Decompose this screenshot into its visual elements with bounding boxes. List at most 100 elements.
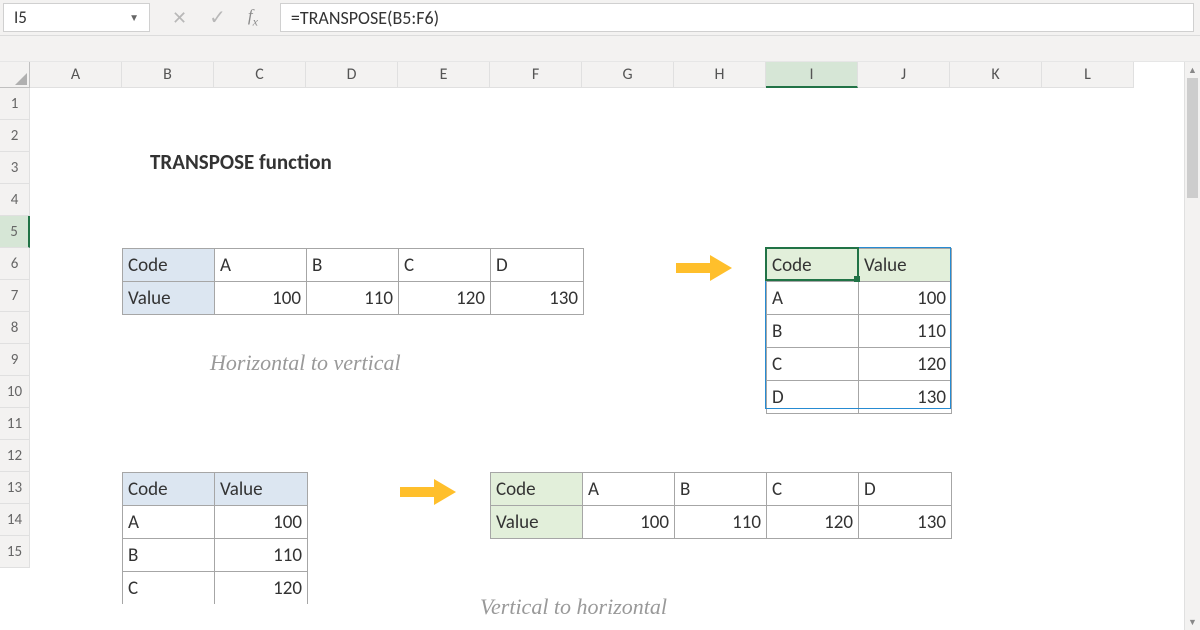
cell[interactable] — [490, 536, 582, 568]
cell[interactable] — [490, 440, 582, 472]
cell[interactable] — [398, 216, 490, 248]
cell[interactable]: D — [767, 381, 859, 413]
cell[interactable] — [858, 184, 950, 216]
cell[interactable] — [858, 88, 950, 120]
cell[interactable] — [950, 184, 1042, 216]
cell[interactable] — [582, 280, 674, 312]
cell[interactable] — [858, 536, 950, 568]
cell[interactable] — [582, 312, 674, 344]
cell[interactable] — [582, 216, 674, 248]
cell[interactable] — [582, 344, 674, 376]
cell[interactable] — [766, 184, 858, 216]
formula-bar[interactable]: =TRANSPOSE(B5:F6) — [280, 3, 1194, 32]
name-box-dropdown-icon[interactable]: ▼ — [129, 11, 139, 24]
cell[interactable] — [858, 440, 950, 472]
cell[interactable]: A — [583, 473, 675, 505]
cell[interactable] — [398, 184, 490, 216]
cell[interactable] — [490, 344, 582, 376]
cell[interactable]: 120 — [399, 282, 491, 314]
cell[interactable] — [30, 88, 122, 120]
cell[interactable] — [490, 88, 582, 120]
cell[interactable] — [582, 88, 674, 120]
cell[interactable] — [490, 312, 582, 344]
scroll-up-icon[interactable]: ▲ — [1185, 62, 1200, 78]
cell[interactable] — [30, 312, 122, 344]
cell[interactable] — [674, 344, 766, 376]
column-header[interactable]: I — [766, 62, 858, 88]
enter-icon[interactable]: ✓ — [209, 5, 226, 30]
cell[interactable] — [30, 536, 122, 568]
row-header[interactable]: 14 — [0, 504, 30, 536]
cell-label[interactable]: Code — [491, 473, 583, 505]
row-header[interactable]: 5 — [0, 216, 30, 248]
cell[interactable] — [582, 440, 674, 472]
cell[interactable]: 120 — [859, 348, 951, 380]
cell-label[interactable]: Code — [767, 249, 859, 281]
cell[interactable] — [306, 88, 398, 120]
column-header[interactable]: F — [490, 62, 582, 88]
column-header[interactable]: D — [306, 62, 398, 88]
cell[interactable] — [582, 376, 674, 408]
cell[interactable] — [950, 344, 1042, 376]
cell[interactable] — [30, 216, 122, 248]
cell[interactable]: 100 — [215, 506, 307, 538]
cell[interactable] — [674, 312, 766, 344]
row-header[interactable]: 6 — [0, 248, 30, 280]
name-box[interactable]: I5 ▼ — [3, 3, 150, 32]
cell[interactable] — [490, 216, 582, 248]
cell[interactable] — [674, 280, 766, 312]
cell[interactable] — [1042, 312, 1134, 344]
cell[interactable] — [214, 312, 306, 344]
cell[interactable] — [766, 216, 858, 248]
cell[interactable] — [306, 120, 398, 152]
vertical-scrollbar[interactable]: ▲ ▼ — [1184, 62, 1200, 630]
cell[interactable] — [858, 216, 950, 248]
cell[interactable] — [30, 344, 122, 376]
row-header[interactable]: 2 — [0, 120, 30, 152]
cell[interactable] — [950, 280, 1042, 312]
cell[interactable]: A — [123, 506, 215, 538]
cell[interactable] — [858, 120, 950, 152]
select-all-corner[interactable] — [0, 62, 30, 88]
cell[interactable] — [306, 216, 398, 248]
cell[interactable] — [30, 248, 122, 280]
cell[interactable] — [306, 312, 398, 344]
cell[interactable] — [950, 376, 1042, 408]
cell[interactable] — [674, 536, 766, 568]
cell[interactable] — [214, 216, 306, 248]
cancel-icon[interactable]: ✕ — [172, 7, 187, 29]
cell[interactable] — [1042, 88, 1134, 120]
cell[interactable] — [950, 248, 1042, 280]
cell[interactable] — [398, 536, 490, 568]
cell[interactable] — [122, 184, 214, 216]
cell[interactable] — [1042, 536, 1134, 568]
cell[interactable] — [1042, 344, 1134, 376]
cell[interactable] — [674, 152, 766, 184]
cell[interactable] — [950, 504, 1042, 536]
cell[interactable]: D — [491, 249, 583, 281]
cell[interactable] — [766, 152, 858, 184]
cell[interactable] — [1042, 120, 1134, 152]
cell-label[interactable]: Value — [215, 473, 307, 505]
column-header[interactable]: A — [30, 62, 122, 88]
cell[interactable] — [950, 152, 1042, 184]
cell[interactable] — [306, 376, 398, 408]
cell[interactable]: B — [123, 539, 215, 571]
row-header[interactable]: 4 — [0, 184, 30, 216]
cell[interactable] — [858, 152, 950, 184]
cell[interactable] — [398, 152, 490, 184]
cell-label[interactable]: Code — [123, 249, 215, 281]
cell[interactable] — [30, 440, 122, 472]
cell[interactable] — [30, 152, 122, 184]
row-header[interactable]: 9 — [0, 344, 30, 376]
row-header[interactable]: 13 — [0, 472, 30, 504]
cell[interactable] — [1042, 472, 1134, 504]
row-header[interactable]: 1 — [0, 88, 30, 120]
column-header[interactable]: L — [1042, 62, 1134, 88]
cell-label[interactable]: Value — [123, 282, 215, 314]
cell[interactable] — [582, 408, 674, 440]
cell[interactable] — [306, 440, 398, 472]
row-header[interactable]: 10 — [0, 376, 30, 408]
cell[interactable] — [582, 152, 674, 184]
cell[interactable] — [306, 472, 398, 504]
